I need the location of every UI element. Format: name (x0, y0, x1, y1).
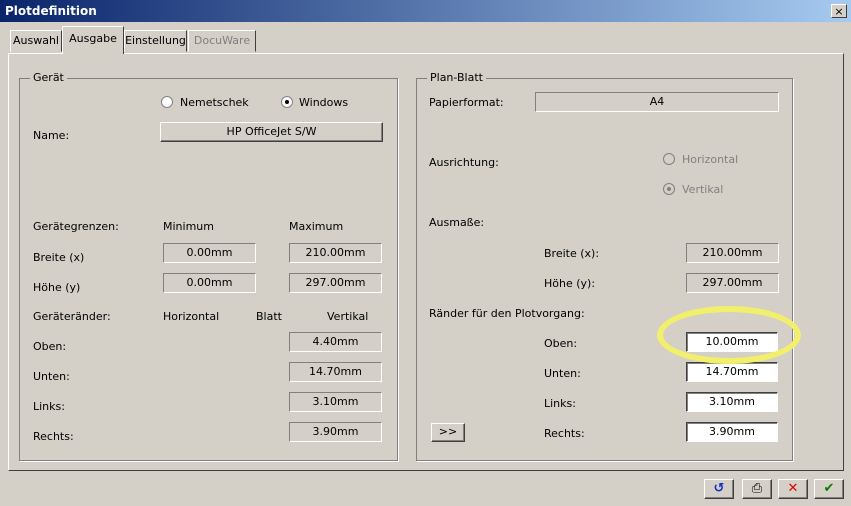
ausrichtung-label: Ausrichtung: (429, 156, 499, 169)
papierformat-label: Papierformat: (429, 96, 504, 109)
geraet-breite-max: 210.00mm (289, 243, 382, 263)
red-x-icon: ✕ (787, 481, 799, 496)
geraet-unten-value: 14.70mm (289, 362, 382, 382)
geraet-unten-label: Unten: (33, 370, 70, 383)
plan-unten-label: Unten: (544, 367, 581, 380)
geraet-hoehe-min: 0.00mm (163, 273, 256, 293)
name-label: Name: (33, 129, 70, 142)
minimum-label: Minimum (163, 220, 214, 233)
radio-vertikal-label: Vertikal (682, 183, 724, 196)
ok-button[interactable]: ✔ (814, 479, 844, 499)
radio-windows[interactable] (281, 96, 293, 108)
plan-hoehe-value: 297.00mm (686, 273, 779, 293)
plan-links-input[interactable]: 3.10mm (686, 392, 778, 412)
horizontal-label: Horizontal (163, 310, 220, 323)
copy-margins-button[interactable]: >> (431, 423, 465, 442)
plan-links-label: Links: (544, 397, 576, 410)
close-button[interactable]: × (831, 4, 847, 18)
geraet-breite-min: 0.00mm (163, 243, 256, 263)
undo-icon: ↺ (713, 481, 725, 496)
geraet-hoehe-max: 297.00mm (289, 273, 382, 293)
undo-button[interactable]: ↺ (704, 479, 734, 499)
radio-selected-dot-icon (285, 100, 289, 104)
geraet-breite-label: Breite (x) (33, 251, 85, 264)
planblatt-legend: Plan-Blatt (427, 71, 486, 84)
print-button[interactable]: ⎙ (742, 479, 772, 499)
radio-selected-dot-icon (667, 187, 671, 191)
plot-raender-label: Ränder für den Plotvorgang: (429, 307, 585, 320)
plan-unten-input[interactable]: 14.70mm (686, 362, 778, 382)
geraet-hoehe-label: Höhe (y) (33, 281, 81, 294)
radio-windows-label: Windows (299, 96, 349, 109)
green-check-icon: ✔ (823, 481, 835, 496)
tab-ausgabe[interactable]: Ausgabe (62, 26, 124, 54)
printer-name-button[interactable]: HP OfficeJet S/W (160, 122, 383, 142)
blatt-label: Blatt (256, 310, 282, 323)
radio-vertikal (663, 183, 675, 195)
geraet-oben-value: 4.40mm (289, 332, 382, 352)
window-title: Plotdefinition (5, 4, 97, 18)
geraet-links-value: 3.10mm (289, 392, 382, 412)
maximum-label: Maximum (289, 220, 344, 233)
geraet-links-label: Links: (33, 400, 65, 413)
plan-hoehe-label: Höhe (y): (544, 277, 596, 290)
close-icon: × (834, 5, 844, 18)
geraet-rechts-value: 3.90mm (289, 422, 382, 442)
tab-docuware: DocuWare (188, 30, 256, 52)
geraetegrenzen-label: Gerätegrenzen: (33, 220, 119, 233)
printer-icon: ⎙ (751, 481, 763, 496)
plan-oben-input[interactable]: 10.00mm (686, 332, 778, 352)
radio-nemetschek[interactable] (161, 96, 173, 108)
tab-auswahl[interactable]: Auswahl (10, 30, 62, 52)
geraeteraender-label: Geräteränder: (33, 310, 111, 323)
title-bar (0, 0, 851, 22)
plan-rechts-input[interactable]: 3.90mm (686, 422, 778, 442)
geraet-legend: Gerät (30, 71, 67, 84)
radio-horizontal (663, 153, 675, 165)
cancel-button[interactable]: ✕ (778, 479, 808, 499)
radio-horizontal-label: Horizontal (682, 153, 739, 166)
plan-oben-label: Oben: (544, 337, 578, 350)
papierformat-value: A4 (535, 92, 779, 112)
geraet-oben-label: Oben: (33, 340, 67, 353)
tab-einstellung[interactable]: Einstellung (124, 30, 187, 52)
vertikal-label: Vertikal (327, 310, 369, 323)
plan-breite-label: Breite (x): (544, 247, 600, 260)
radio-nemetschek-label: Nemetschek (180, 96, 249, 109)
geraet-rechts-label: Rechts: (33, 430, 74, 443)
plan-rechts-label: Rechts: (544, 427, 585, 440)
plan-breite-value: 210.00mm (686, 243, 779, 263)
ausmasse-label: Ausmaße: (429, 216, 485, 229)
